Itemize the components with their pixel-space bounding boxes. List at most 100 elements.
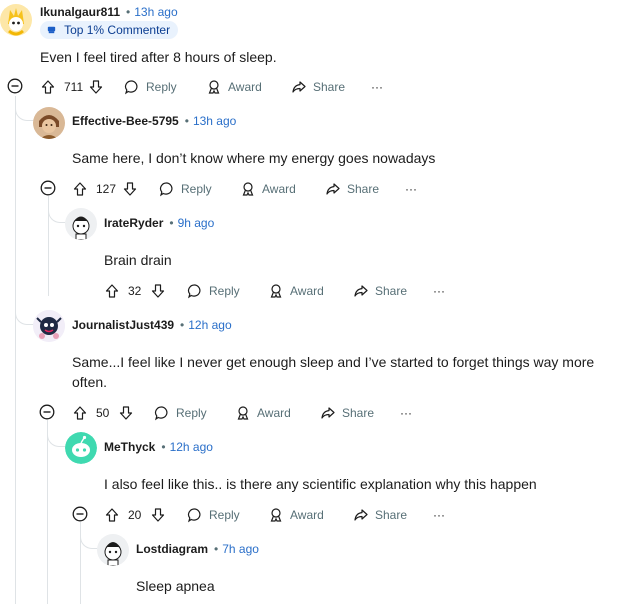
comment-actions: 711 Reply Award Share ··· (40, 76, 440, 98)
more-options-button[interactable]: ··· (371, 76, 383, 98)
comment-text-line: often. (72, 374, 108, 390)
comment-meta: JournalistJust439 • 12h ago (72, 318, 232, 332)
award-button[interactable]: Award (268, 504, 324, 526)
comment-actions: 50 Reply Award Share ··· (72, 402, 472, 424)
share-button[interactable]: Share (353, 504, 407, 526)
reply-button[interactable]: Reply (187, 504, 240, 526)
downvote-button[interactable] (88, 76, 104, 98)
comment-text: Sleep apnea (136, 578, 215, 594)
upvote-button[interactable] (40, 76, 56, 98)
vote-count: 20 (128, 508, 142, 522)
separator-dot: • (184, 114, 189, 128)
award-label: Award (262, 182, 296, 196)
avatar[interactable] (33, 107, 65, 139)
share-button[interactable]: Share (353, 280, 407, 302)
trophy-badge-icon (46, 25, 60, 37)
upvote-button[interactable] (104, 280, 120, 302)
reply-label: Reply (176, 406, 207, 420)
more-options-button[interactable]: ··· (400, 402, 412, 424)
downvote-button[interactable] (150, 504, 166, 526)
downvote-button[interactable] (150, 280, 166, 302)
badge-label: Top 1% Commenter (64, 23, 171, 37)
username[interactable]: Lostdiagram (136, 542, 208, 556)
share-arrow-icon (354, 509, 368, 521)
timestamp[interactable]: 13h ago (134, 5, 177, 19)
arrow-up-icon (73, 406, 87, 420)
more-options-button[interactable]: ··· (433, 504, 445, 526)
share-label: Share (342, 406, 375, 420)
award-ribbon-icon (208, 80, 220, 94)
timestamp[interactable]: 7h ago (222, 542, 259, 556)
collapse-thread-button[interactable] (39, 404, 55, 420)
arrow-down-icon (151, 508, 165, 522)
avatar[interactable] (65, 208, 97, 240)
award-label: Award (290, 508, 324, 522)
reply-button[interactable]: Reply (159, 178, 212, 200)
share-label: Share (375, 284, 408, 298)
collapse-thread-button[interactable] (7, 78, 23, 94)
award-button[interactable]: Award (240, 178, 296, 200)
reply-button[interactable]: Reply (124, 76, 177, 98)
share-button[interactable]: Share (325, 178, 379, 200)
award-button[interactable]: Award (235, 402, 291, 424)
share-button[interactable]: Share (320, 402, 374, 424)
avatar[interactable] (33, 310, 65, 342)
share-label: Share (375, 508, 408, 522)
separator-dot: • (214, 542, 219, 556)
username[interactable]: MeThyck (104, 440, 155, 454)
share-label: Share (313, 80, 346, 94)
reply-label: Reply (209, 284, 240, 298)
award-label: Award (257, 406, 291, 420)
comment-text-line: Same...I feel like I never get enough sl… (72, 354, 595, 370)
reply-label: Reply (209, 508, 240, 522)
comment-actions: 127 Reply Award Share ··· (72, 178, 472, 200)
comment-text: Same here, I don’t know where my energy … (72, 150, 436, 166)
comment-text: Even I feel tired after 8 hours of sleep… (40, 49, 277, 65)
timestamp[interactable]: 13h ago (193, 114, 236, 128)
comment-actions: 20 Reply Award Share ··· (104, 504, 504, 526)
award-ribbon-icon (242, 182, 254, 196)
speech-bubble-icon (187, 284, 201, 299)
arrow-down-icon (123, 182, 137, 196)
speech-bubble-icon (159, 182, 173, 197)
arrow-up-icon (41, 80, 55, 94)
arrow-up-icon (105, 284, 119, 298)
vote-count: 127 (96, 182, 117, 196)
award-button[interactable]: Award (268, 280, 324, 302)
downvote-button[interactable] (118, 402, 134, 424)
timestamp[interactable]: 12h ago (188, 318, 231, 332)
username[interactable]: Effective-Bee-5795 (72, 114, 179, 128)
username[interactable]: IrateRyder (104, 216, 163, 230)
more-options-button[interactable]: ··· (433, 280, 445, 302)
comment-text: I also feel like this.. is there any sci… (104, 476, 537, 492)
share-label: Share (347, 182, 380, 196)
separator-dot: • (180, 318, 185, 332)
upvote-button[interactable] (72, 178, 88, 200)
collapse-thread-button[interactable] (72, 506, 88, 522)
arrow-down-icon (119, 406, 133, 420)
reply-button[interactable]: Reply (187, 280, 240, 302)
timestamp[interactable]: 12h ago (170, 440, 213, 454)
more-options-button[interactable]: ··· (405, 178, 417, 200)
upvote-button[interactable] (104, 504, 120, 526)
downvote-button[interactable] (122, 178, 138, 200)
avatar[interactable] (65, 432, 97, 464)
collapse-thread-button[interactable] (40, 180, 56, 196)
reply-button[interactable]: Reply (154, 402, 207, 424)
username[interactable]: JournalistJust439 (72, 318, 174, 332)
arrow-up-icon (105, 508, 119, 522)
minus-circle-icon (40, 180, 56, 196)
award-button[interactable]: Award (206, 76, 262, 98)
award-ribbon-icon (237, 406, 249, 420)
minus-circle-icon (72, 506, 88, 522)
share-button[interactable]: Share (291, 76, 345, 98)
username[interactable]: Ikunalgaur811 (40, 5, 120, 19)
upvote-button[interactable] (72, 402, 88, 424)
timestamp[interactable]: 9h ago (178, 216, 215, 230)
avatar[interactable] (97, 534, 129, 566)
share-arrow-icon (292, 81, 306, 93)
minus-circle-icon (39, 404, 55, 420)
avatar[interactable] (0, 4, 32, 36)
share-arrow-icon (354, 285, 368, 297)
speech-bubble-icon (154, 406, 168, 421)
